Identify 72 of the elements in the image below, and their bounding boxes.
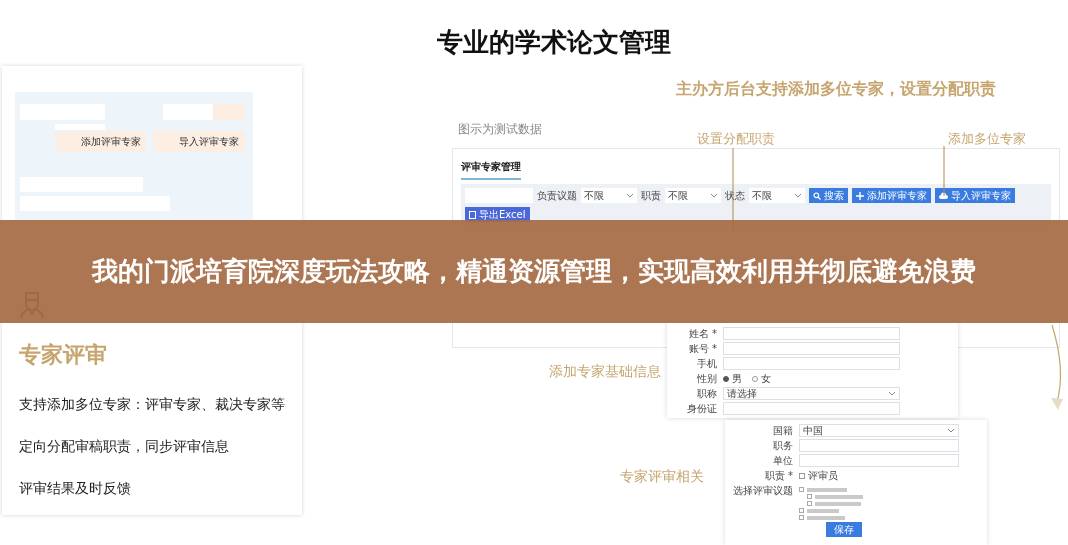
radio-button[interactable] bbox=[723, 375, 729, 382]
subtitle: 主办方后台支持添加多位专家，设置分配职责 bbox=[676, 79, 996, 100]
field-label: 姓名 * bbox=[687, 326, 717, 341]
filter-label: 状态 bbox=[725, 188, 745, 203]
save-button[interactable]: 保存 bbox=[826, 522, 862, 537]
callout-label: 添加多位专家 bbox=[948, 131, 1026, 148]
chevron-down-icon bbox=[947, 428, 955, 433]
blurred-text bbox=[815, 501, 861, 506]
checkbox[interactable] bbox=[807, 501, 812, 506]
field-label: 手机 bbox=[696, 356, 717, 371]
input-field[interactable] bbox=[723, 357, 900, 370]
filter-select[interactable]: 不限 bbox=[581, 188, 637, 203]
checkbox[interactable] bbox=[799, 508, 804, 513]
checkbox[interactable] bbox=[799, 487, 804, 492]
field-label: 账号 * bbox=[687, 341, 717, 356]
field-label: 单位 bbox=[772, 453, 793, 468]
import-button[interactable]: 导入评审专家 bbox=[153, 131, 245, 152]
field-label: 选择评审议题 bbox=[732, 484, 793, 498]
chevron-down-icon bbox=[794, 193, 802, 198]
radio-label: 女 bbox=[761, 371, 771, 386]
input-field[interactable] bbox=[799, 439, 959, 452]
feature-text: 定向分配审稿职责，同步评审信息 bbox=[19, 438, 229, 456]
input-field bbox=[55, 124, 105, 130]
cloud-icon bbox=[939, 192, 948, 199]
field-label: 职责 * bbox=[763, 468, 793, 483]
filter-select[interactable]: 不限 bbox=[749, 188, 805, 203]
checkbox[interactable] bbox=[799, 515, 804, 520]
callout-label: 专家评审相关 bbox=[620, 468, 704, 486]
field-label: 性别 bbox=[696, 371, 717, 386]
chevron-down-icon bbox=[888, 391, 896, 396]
blurred-text bbox=[815, 494, 863, 499]
page-title: 专业的学术论文管理 bbox=[436, 26, 672, 59]
input-field[interactable] bbox=[723, 342, 900, 355]
section-heading: 专家评审 bbox=[19, 341, 107, 369]
callout-label: 设置分配职责 bbox=[697, 131, 775, 148]
feature-text: 评审结果及时反馈 bbox=[19, 480, 131, 498]
field-label: 身份证 bbox=[686, 401, 717, 416]
input-field[interactable] bbox=[799, 454, 959, 467]
import-button[interactable]: 导入评审专家 bbox=[935, 188, 1015, 203]
feature-text: 支持添加多位专家：评审专家、裁决专家等 bbox=[19, 396, 285, 414]
checkbox[interactable] bbox=[807, 494, 812, 499]
leader-line bbox=[943, 145, 945, 197]
add-button[interactable]: 添加评审专家 bbox=[852, 188, 931, 203]
blurred-text bbox=[807, 487, 847, 492]
chevron-down-icon bbox=[710, 193, 718, 198]
banner-text: 我的门派培育院深度玩法攻略，精通资源管理，实现高效利用并彻底避免浪费 bbox=[92, 254, 976, 288]
blurred-text bbox=[807, 508, 839, 513]
field-label: 国籍 bbox=[772, 423, 793, 438]
filter-select[interactable]: 不限 bbox=[665, 188, 721, 203]
filter-label: 职责 bbox=[641, 188, 661, 203]
chevron-down-icon bbox=[626, 193, 634, 198]
search-icon bbox=[813, 191, 821, 200]
plus-icon bbox=[856, 191, 864, 200]
input-field[interactable] bbox=[723, 402, 900, 415]
search-button[interactable]: 搜索 bbox=[809, 188, 848, 203]
checkbox[interactable] bbox=[799, 472, 805, 479]
callout-label: 添加专家基础信息 bbox=[549, 363, 661, 381]
select-field[interactable]: 请选择 bbox=[723, 387, 900, 400]
input-field bbox=[163, 104, 213, 120]
filter-label: 负责议题 bbox=[537, 188, 577, 203]
field-label: 职务 bbox=[772, 438, 793, 453]
input-field[interactable] bbox=[723, 327, 900, 340]
panel-title: 评审专家管理 bbox=[461, 158, 521, 180]
field-label: 职称 bbox=[696, 386, 717, 401]
select-field[interactable]: 中国 bbox=[799, 424, 959, 437]
radio-label: 男 bbox=[732, 371, 742, 386]
checkbox-label: 评审员 bbox=[808, 468, 838, 483]
note-text: 图示为测试数据 bbox=[458, 121, 542, 138]
document-icon bbox=[469, 210, 476, 219]
add-button[interactable]: 添加评审专家 bbox=[55, 131, 146, 152]
blurred-text bbox=[807, 515, 845, 520]
input-field bbox=[213, 104, 245, 120]
